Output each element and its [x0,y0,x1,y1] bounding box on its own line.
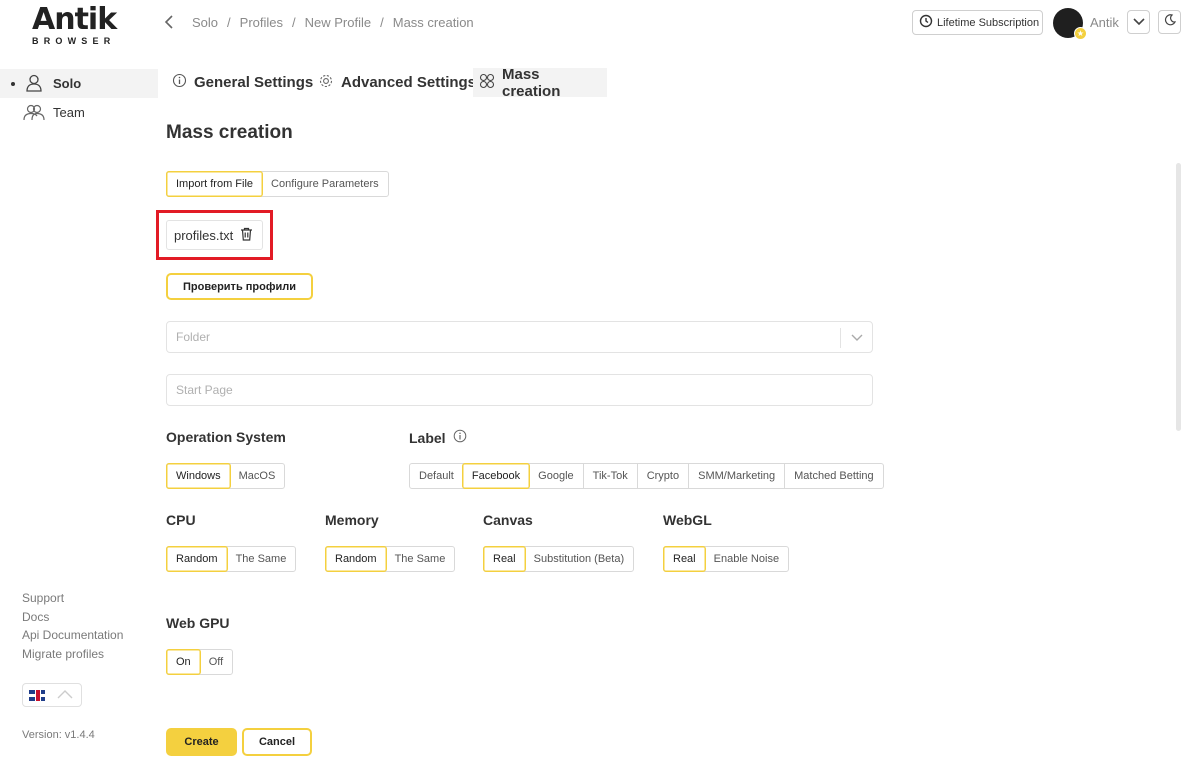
tab-label: Mass creation [502,65,561,100]
chevron-down-icon[interactable] [840,328,872,348]
docs-link[interactable]: Docs [22,608,123,627]
version-label: Version: v1.4.4 [22,729,95,741]
user-name[interactable]: Antik [1090,15,1119,30]
api-docs-link[interactable]: Api Documentation [22,626,123,645]
canvas-real-option[interactable]: Real [483,546,526,572]
operation-system-toggle: Windows MacOS [166,463,286,489]
webgpu-off-option[interactable]: Off [200,650,232,674]
import-from-file-option[interactable]: Import from File [166,171,264,197]
webgl-noise-option[interactable]: Enable Noise [705,547,788,571]
scrollbar[interactable] [1176,163,1181,431]
os-macos-option[interactable]: MacOS [230,464,285,488]
breadcrumb-solo[interactable]: Solo [192,15,218,30]
trash-icon[interactable] [240,227,253,244]
os-windows-option[interactable]: Windows [166,463,231,489]
star-icon: ★ [1074,27,1087,40]
sidebar-item-label: Team [53,105,85,120]
cpu-random-option[interactable]: Random [166,546,228,572]
canvas-label: Canvas [483,512,533,528]
operation-system-label: Operation System [166,429,286,445]
grid-icon [479,73,495,93]
label-default-option[interactable]: Default [410,464,463,488]
sidebar-item-solo[interactable]: Solo [0,69,158,98]
tab-advanced-settings[interactable]: Advanced Settings [312,68,482,97]
cancel-button[interactable]: Cancel [242,728,312,756]
sidebar-item-label: Solo [53,76,82,91]
label-google-option[interactable]: Google [529,464,582,488]
create-button[interactable]: Create [166,728,237,756]
label-crypto-option[interactable]: Crypto [636,464,688,488]
folder-placeholder: Folder [176,330,211,344]
webgpu-on-option[interactable]: On [166,649,201,675]
chevron-up-icon [57,686,73,704]
support-link[interactable]: Support [22,589,123,608]
logo-subtitle: BROWSER [32,36,116,46]
configure-parameters-option[interactable]: Configure Parameters [262,172,388,196]
check-profiles-button[interactable]: Проверить профили [166,273,313,300]
import-mode-toggle: Import from File Configure Parameters [166,171,389,197]
users-icon [22,103,45,123]
start-page-input[interactable]: Start Page [166,374,873,406]
antik-logo[interactable]: Antik BROWSER [30,2,126,47]
cpu-label: CPU [166,512,196,528]
cpu-toggle: Random The Same [166,546,297,572]
logo-name: Antik [32,2,117,37]
user-menu-chevron-button[interactable] [1127,10,1150,34]
label-facebook-option[interactable]: Facebook [461,463,531,489]
start-page-placeholder: Start Page [176,383,233,397]
cpu-same-option[interactable]: The Same [227,547,296,571]
canvas-substitution-option[interactable]: Substitution (Beta) [525,547,634,571]
tab-mass-creation[interactable]: Mass creation [473,65,607,100]
sidebar-links: Support Docs Api Documentation Migrate p… [22,589,123,664]
memory-random-option[interactable]: Random [325,546,387,572]
label-smm-option[interactable]: SMM/Marketing [688,464,784,488]
tab-general-settings[interactable]: General Settings [166,68,319,97]
back-chevron-icon[interactable] [162,13,178,31]
active-dot [11,82,15,86]
memory-toggle: Random The Same [325,546,456,572]
moon-icon [1164,13,1176,31]
file-name: profiles.txt [174,227,234,243]
user-icon [24,73,46,93]
page-title: Mass creation [166,122,293,143]
memory-label: Memory [325,512,379,528]
gear-icon [318,73,334,93]
theme-toggle-button[interactable] [1158,10,1181,34]
tab-label: General Settings [194,74,314,91]
label-text: Label [409,429,446,446]
tab-label: Advanced Settings [341,74,477,91]
label-toggle: Default Facebook Google Tik-Tok Crypto S… [409,463,884,489]
info-icon[interactable] [453,429,467,446]
breadcrumb-mass-creation: Mass creation [392,15,474,30]
migrate-profiles-link[interactable]: Migrate profiles [22,645,123,664]
clock-icon [919,14,933,31]
label-heading: Label [409,429,467,446]
webgpu-toggle: On Off [166,649,234,675]
file-chip: profiles.txt [166,220,263,250]
uk-flag-icon [29,689,45,701]
folder-select[interactable]: Folder [166,321,873,353]
canvas-toggle: Real Substitution (Beta) [483,546,635,572]
breadcrumb: Solo / Profiles / New Profile / Mass creati… [192,15,474,30]
memory-same-option[interactable]: The Same [386,547,455,571]
label-matched-betting-option[interactable]: Matched Betting [784,464,883,488]
lifetime-subscription-button[interactable]: Lifetime Subscription [912,10,1043,35]
webgl-toggle: Real Enable Noise [663,546,790,572]
info-icon [172,73,187,92]
label-tiktok-option[interactable]: Tik-Tok [582,464,637,488]
webgl-label: WebGL [663,512,712,528]
subscription-label: Lifetime Subscription [937,16,1040,29]
breadcrumb-profiles[interactable]: Profiles [240,15,283,30]
language-selector[interactable] [22,683,82,707]
avatar[interactable]: ★ [1053,8,1087,40]
sidebar-item-team[interactable]: Team [0,100,158,126]
webgpu-label: Web GPU [166,615,230,631]
breadcrumb-new-profile[interactable]: New Profile [305,15,371,30]
webgl-real-option[interactable]: Real [663,546,706,572]
chevron-down-icon [1132,13,1145,31]
